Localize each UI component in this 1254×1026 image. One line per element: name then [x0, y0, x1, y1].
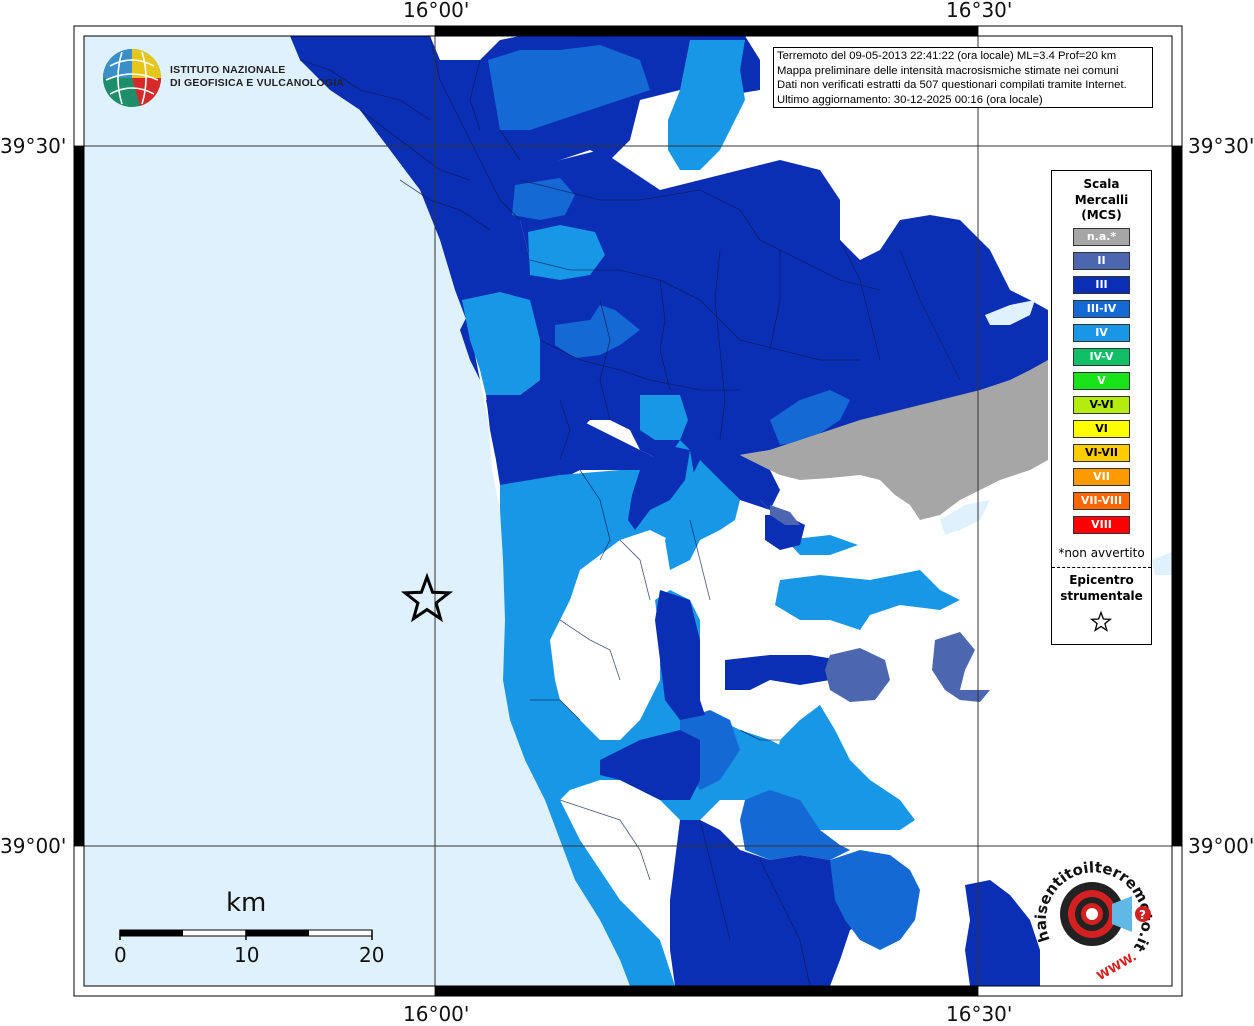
legend-swatch: VII — [1073, 468, 1130, 486]
scale-tick-0: 0 — [114, 943, 127, 967]
mcs-legend: Scala Mercalli (MCS) n.a.* II III III-IV IV I… — [1051, 170, 1152, 645]
svg-text:?: ? — [1139, 908, 1146, 922]
legend-swatch: IV — [1073, 324, 1130, 342]
legend-swatch: VII-VIII — [1073, 492, 1130, 510]
legend-epicenter: Epicentro strumentale — [1052, 572, 1151, 604]
legend-swatch: IV-V — [1073, 348, 1130, 366]
legend-swatch: III-IV — [1073, 300, 1130, 318]
lat-label-left-lower: 39°00' — [0, 834, 67, 858]
lat-label-left-upper: 39°30' — [0, 134, 67, 158]
legend-swatch: VI — [1073, 420, 1130, 438]
legend-swatch: n.a.* — [1073, 228, 1130, 246]
hsit-www: WWW. — [1094, 949, 1138, 982]
scale-tick-10: 10 — [234, 943, 260, 967]
info-line-map: Mappa preliminare delle intensità macros… — [777, 64, 1119, 77]
legend-epicenter-line2: strumentale — [1060, 589, 1143, 603]
legend-star-icon — [1090, 611, 1112, 632]
info-line-data: Dati non verificati estratti da 507 ques… — [777, 79, 1127, 92]
legend-swatch: II — [1073, 252, 1130, 270]
ingv-name: ISTITUTO NAZIONALE DI GEOFISICA E VULCAN… — [170, 64, 344, 90]
legend-swatch: V — [1073, 372, 1130, 390]
ingv-name-line1: ISTITUTO NAZIONALE — [170, 64, 286, 76]
legend-swatch: VI-VII — [1073, 444, 1130, 462]
legend-title-line1: Scala — [1083, 177, 1120, 191]
lon-label-bottom-left: 16°00' — [403, 1002, 470, 1026]
scale-tick-20: 20 — [359, 943, 385, 967]
legend-swatch: V-VI — [1073, 396, 1130, 414]
region-iiiiv-a — [512, 178, 575, 220]
legend-title-line3: (MCS) — [1081, 208, 1122, 222]
info-line-event: Terremoto del 09-05-2013 22:41:22 (ora l… — [777, 50, 1117, 62]
lon-label-top-right: 16°30' — [946, 0, 1013, 22]
legend-title-line2: Mercalli — [1074, 192, 1129, 207]
region-iv-mid — [640, 395, 688, 440]
hsit-badge: haisentitoilterremoto.it WWW. ? — [1030, 852, 1160, 983]
legend-epicenter-line1: Epicentro — [1069, 573, 1134, 587]
legend-separator — [1052, 567, 1151, 568]
ingv-name-line2: DI GEOFISICA E VULCANOLOGIA — [170, 77, 345, 89]
legend-swatch: III — [1073, 276, 1130, 294]
hsit-target-icon: haisentitoilterremoto.it WWW. ? — [1032, 858, 1156, 983]
lat-label-right-lower: 39°00' — [1188, 834, 1254, 858]
legend-swatch: VIII — [1073, 516, 1130, 534]
lon-label-bottom-right: 16°30' — [946, 1002, 1013, 1026]
legend-not-felt: *non avvertito — [1058, 546, 1145, 560]
event-info-box: Terremoto del 09-05-2013 22:41:22 (ora l… — [773, 47, 1153, 108]
lat-label-right-upper: 39°30' — [1188, 134, 1254, 158]
legend-title: Scala Mercalli (MCS) — [1052, 177, 1151, 224]
lon-label-top-left: 16°00' — [403, 0, 470, 22]
scale-unit: km — [226, 888, 267, 918]
ingv-globe-icon — [103, 49, 162, 107]
info-line-update: Ultimo aggiornamento: 30-12-2025 00:16 (… — [777, 93, 1043, 106]
